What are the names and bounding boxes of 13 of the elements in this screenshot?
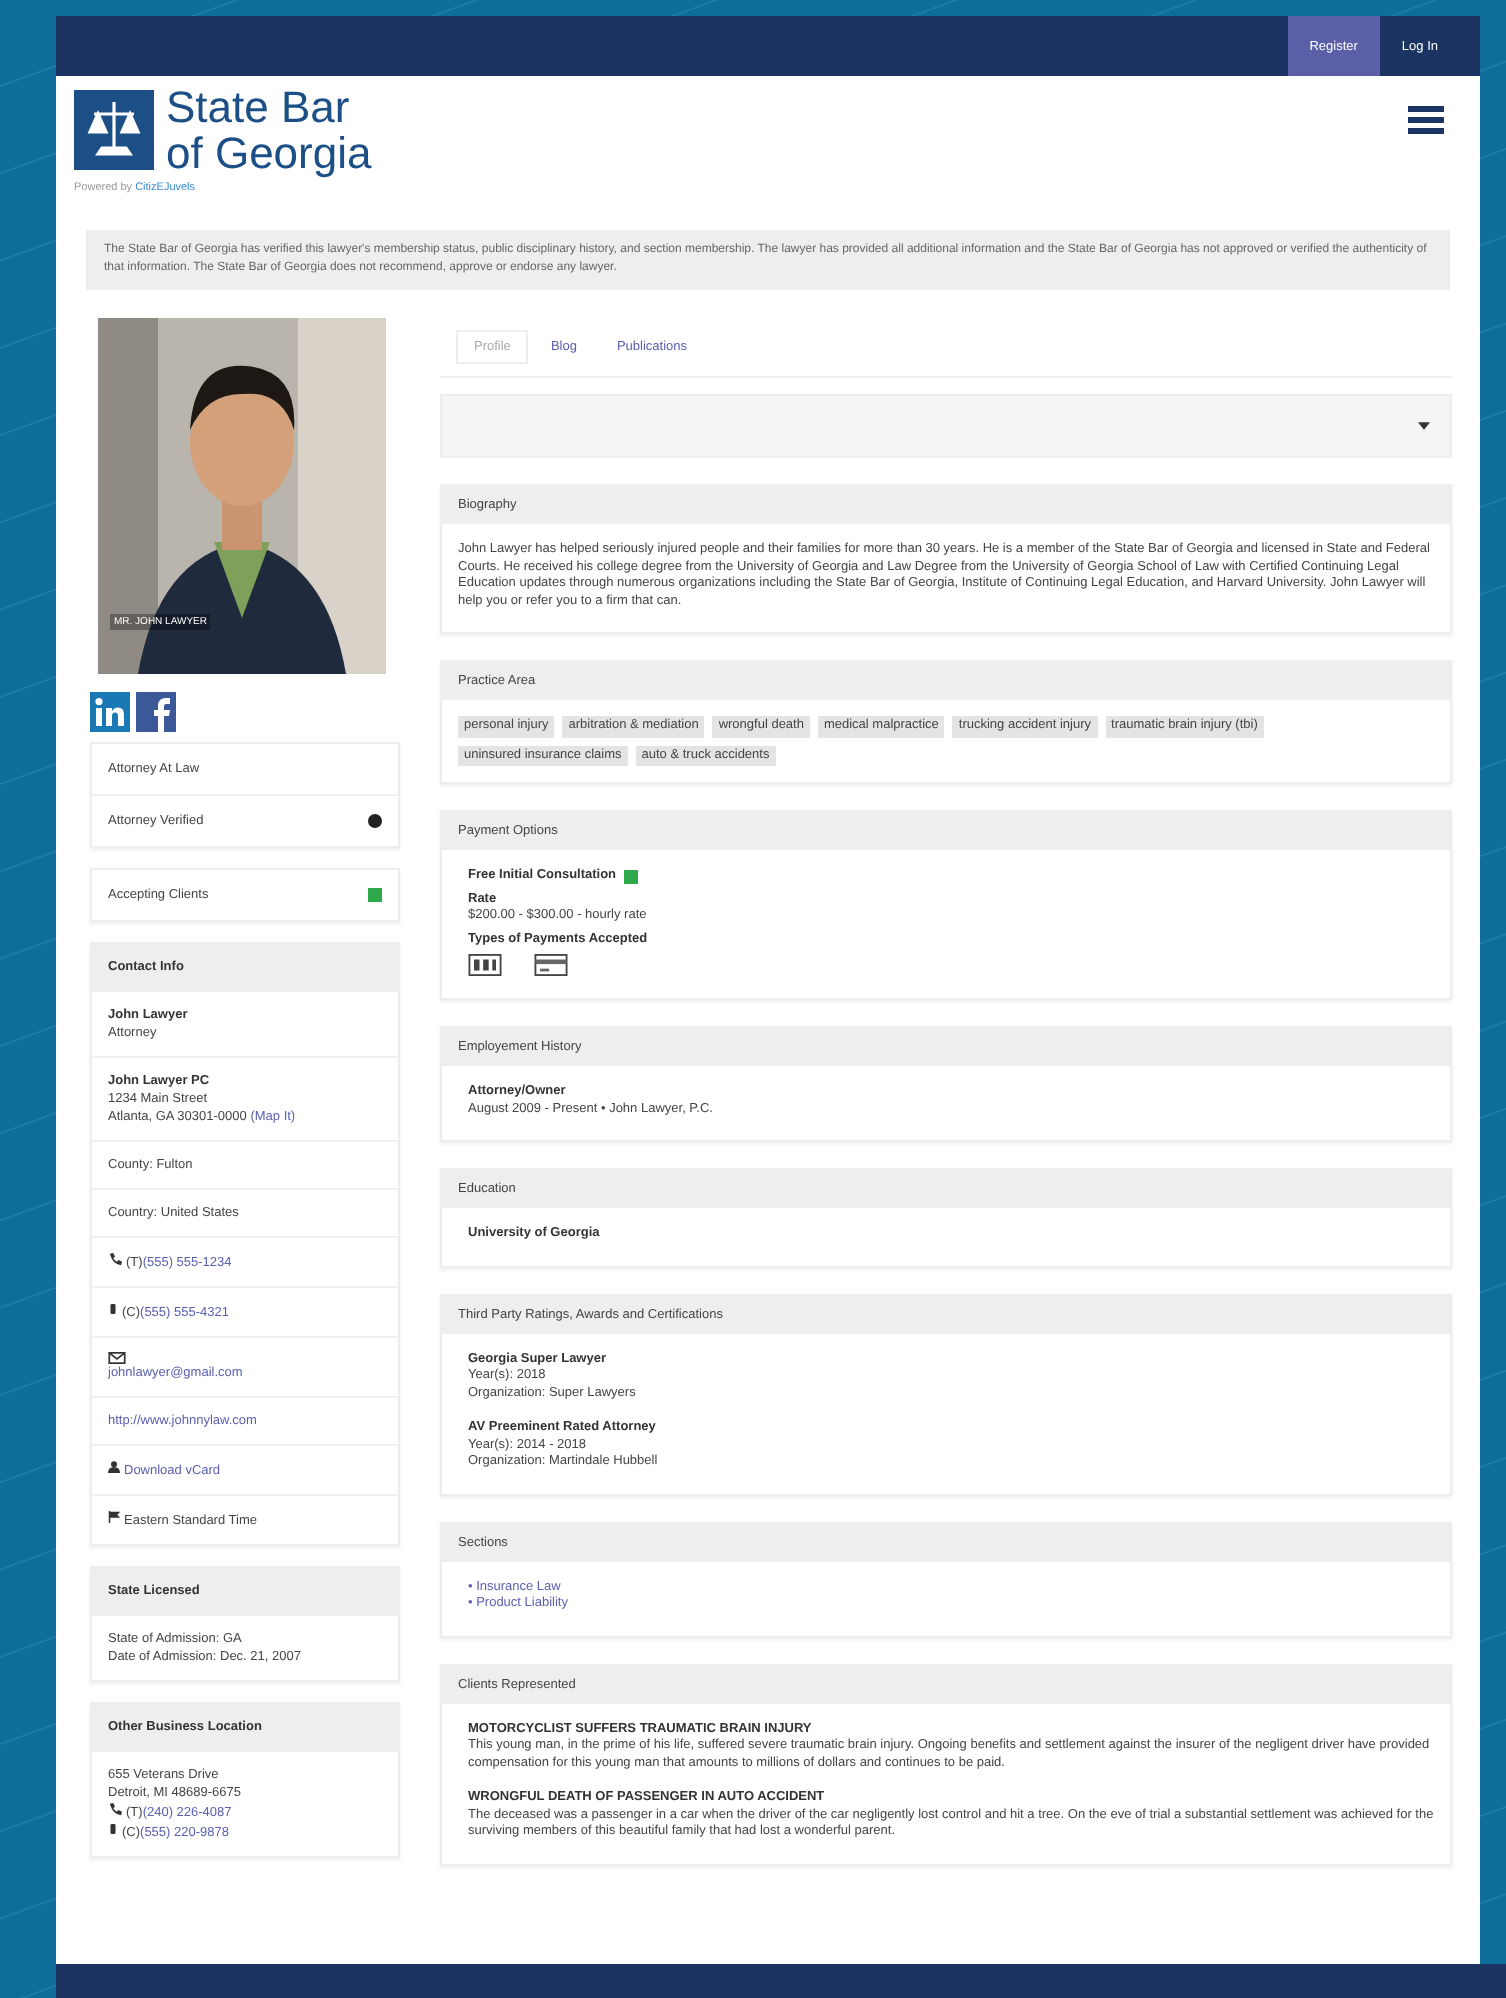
credit-card-icon xyxy=(534,954,568,976)
email-icon xyxy=(108,1352,126,1364)
scales-logo-icon xyxy=(74,90,154,170)
caret-icon xyxy=(1418,422,1430,430)
flag-icon xyxy=(108,1510,120,1524)
cash-icon xyxy=(468,954,502,976)
person-icon xyxy=(108,1460,120,1474)
facebook-icon[interactable] xyxy=(136,692,176,732)
linkedin-icon[interactable] xyxy=(90,692,130,732)
logo-title: of Georgia xyxy=(166,130,372,176)
verified-icon xyxy=(368,814,382,828)
logo-title: State Bar xyxy=(166,84,352,130)
menu-icon[interactable] xyxy=(1408,105,1444,133)
